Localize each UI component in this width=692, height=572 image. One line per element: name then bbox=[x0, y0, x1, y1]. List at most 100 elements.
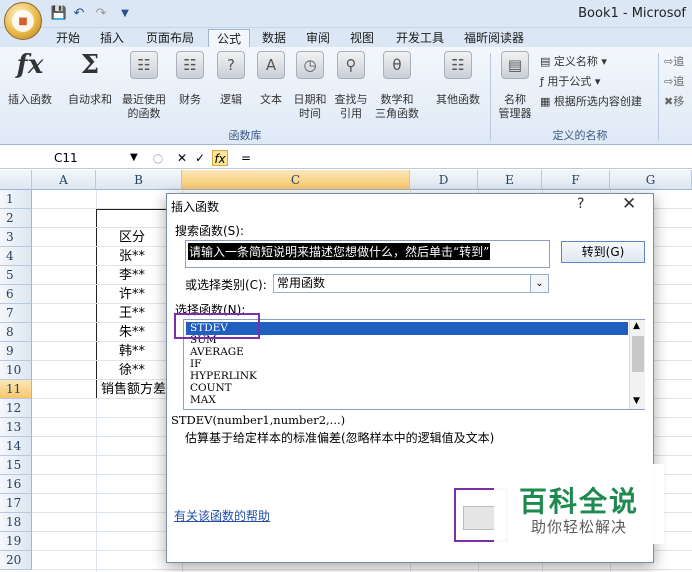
column-header-f[interactable]: F bbox=[542, 170, 610, 190]
create-from-selection-button[interactable]: ▦ 根据所选内容创建 bbox=[540, 93, 642, 109]
row-header-1[interactable]: 1 bbox=[0, 190, 32, 209]
financial-button[interactable]: ☷ 财务 bbox=[172, 51, 208, 107]
function-list-scrollbar[interactable]: ▲ ▼ bbox=[629, 320, 645, 409]
scroll-down-icon[interactable]: ▼ bbox=[633, 396, 640, 406]
name-manager-button[interactable]: ▤ 名称 管理器 bbox=[494, 51, 536, 121]
chevron-down-icon[interactable]: ⌄ bbox=[530, 275, 548, 292]
name-box[interactable]: C11 bbox=[4, 149, 149, 167]
cancel-icon[interactable]: ✕ bbox=[174, 150, 190, 166]
column-header-d[interactable]: D bbox=[410, 170, 478, 190]
row-header-5[interactable]: 5 bbox=[0, 266, 32, 285]
tab-developer[interactable]: 开发工具 bbox=[390, 29, 450, 48]
redo-icon[interactable]: ↷ bbox=[92, 5, 110, 23]
list-item-count[interactable]: COUNT bbox=[186, 383, 628, 394]
office-button[interactable]: ■ bbox=[4, 2, 42, 40]
column-header-b[interactable]: B bbox=[96, 170, 182, 190]
logical-button[interactable]: ? 逻辑 bbox=[214, 51, 248, 107]
list-item-if[interactable]: IF bbox=[186, 359, 628, 370]
row-header-20[interactable]: 20 bbox=[0, 551, 32, 570]
category-label: 或选择类别(C): bbox=[185, 278, 267, 292]
row-header-7[interactable]: 7 bbox=[0, 304, 32, 323]
list-item-average[interactable]: AVERAGE bbox=[186, 347, 628, 358]
row-header-14[interactable]: 14 bbox=[0, 437, 32, 456]
cell-b2[interactable] bbox=[96, 209, 168, 228]
row-header-11[interactable]: 11 bbox=[0, 380, 32, 399]
lookup-button[interactable]: ⚲ 查找与 引用 bbox=[332, 51, 370, 121]
remove-arrows-button[interactable]: ✖移 bbox=[664, 93, 684, 109]
function-help-link[interactable]: 有关该函数的帮助 bbox=[174, 507, 270, 524]
tab-review[interactable]: 审阅 bbox=[298, 29, 338, 48]
row-header-17[interactable]: 17 bbox=[0, 494, 32, 513]
title-bar: 💾 ↶ ↷ ▼ Book1 - Microsof bbox=[0, 0, 692, 28]
formula-content[interactable]: = bbox=[238, 150, 254, 166]
enter-icon[interactable]: ✓ bbox=[192, 150, 208, 166]
row-header-10[interactable]: 10 bbox=[0, 361, 32, 380]
chevron-down-icon[interactable]: ▼ bbox=[130, 149, 138, 167]
quick-access-dropdown-icon[interactable]: ▼ bbox=[116, 5, 134, 23]
row-header-16[interactable]: 16 bbox=[0, 475, 32, 494]
more-functions-button[interactable]: ☷ 其他函数 bbox=[430, 51, 486, 107]
cell-b10[interactable]: 徐** bbox=[96, 361, 168, 380]
cell-b11[interactable]: 销售额方差 bbox=[96, 380, 168, 399]
tab-insert[interactable]: 插入 bbox=[92, 29, 132, 48]
cell-b9[interactable]: 韩** bbox=[96, 342, 168, 361]
list-item-hyperlink[interactable]: HYPERLINK bbox=[186, 371, 628, 382]
help-icon[interactable]: ? bbox=[577, 196, 584, 212]
datetime-button[interactable]: ◷ 日期和 时间 bbox=[292, 51, 328, 121]
define-name-button[interactable]: ▤ 定义名称 ▾ bbox=[540, 53, 607, 69]
cell-b4[interactable]: 张** bbox=[96, 247, 168, 266]
autosum-button[interactable]: Σ 自动求和 bbox=[62, 51, 118, 107]
scroll-up-icon[interactable]: ▲ bbox=[633, 321, 640, 331]
recently-used-button[interactable]: ☷ 最近使用 的函数 bbox=[118, 51, 170, 121]
undo-icon[interactable]: ↶ bbox=[70, 5, 88, 23]
cell-b3[interactable]: 区分 bbox=[96, 228, 168, 247]
save-icon[interactable]: 💾 bbox=[50, 5, 68, 23]
window-title: Book1 - Microsof bbox=[578, 6, 686, 21]
row-header-3[interactable]: 3 bbox=[0, 228, 32, 247]
scrollbar-thumb[interactable] bbox=[632, 336, 644, 372]
use-in-formula-button[interactable]: ƒ 用于公式 ▾ bbox=[540, 73, 600, 89]
text-book-icon: A bbox=[257, 51, 285, 79]
cell-b8[interactable]: 朱** bbox=[96, 323, 168, 342]
text-button[interactable]: A 文本 bbox=[254, 51, 288, 107]
formula-buttons: ○ ✕ ✓ fx = bbox=[150, 148, 260, 168]
cell-b7[interactable]: 王** bbox=[96, 304, 168, 323]
tab-foxit-reader[interactable]: 福昕阅读器 bbox=[456, 29, 532, 48]
list-item-max[interactable]: MAX bbox=[186, 395, 628, 406]
insert-function-fx-icon[interactable]: fx bbox=[212, 150, 228, 166]
close-icon[interactable]: ✕ bbox=[622, 194, 636, 214]
row-header-2[interactable]: 2 bbox=[0, 209, 32, 228]
row-header-9[interactable]: 9 bbox=[0, 342, 32, 361]
insert-function-button[interactable]: fx 插入函数 bbox=[2, 51, 58, 107]
select-all-corner[interactable] bbox=[0, 170, 32, 190]
tab-view[interactable]: 视图 bbox=[342, 29, 382, 48]
tab-home[interactable]: 开始 bbox=[48, 29, 88, 48]
row-header-18[interactable]: 18 bbox=[0, 513, 32, 532]
trace-dependents-button[interactable]: ⇨追 bbox=[664, 73, 684, 89]
cell-b5[interactable]: 李** bbox=[96, 266, 168, 285]
row-header-13[interactable]: 13 bbox=[0, 418, 32, 437]
category-select[interactable]: 常用函数 bbox=[273, 274, 549, 293]
row-header-15[interactable]: 15 bbox=[0, 456, 32, 475]
row-header-4[interactable]: 4 bbox=[0, 247, 32, 266]
column-header-g[interactable]: G bbox=[610, 170, 692, 190]
books-icon: ☷ bbox=[444, 51, 472, 79]
column-header-e[interactable]: E bbox=[478, 170, 542, 190]
cell-b6[interactable]: 许** bbox=[96, 285, 168, 304]
search-function-input[interactable]: 请输入一条简短说明来描述您想做什么，然后单击“转到” bbox=[185, 240, 550, 268]
dialog-title: 插入函数 bbox=[171, 200, 220, 214]
tab-page-layout[interactable]: 页面布局 bbox=[138, 29, 202, 48]
row-header-19[interactable]: 19 bbox=[0, 532, 32, 551]
column-header-c[interactable]: C bbox=[182, 170, 410, 190]
math-button[interactable]: θ 数学和 三角函数 bbox=[372, 51, 422, 121]
row-header-6[interactable]: 6 bbox=[0, 285, 32, 304]
row-header-12[interactable]: 12 bbox=[0, 399, 32, 418]
column-header-a[interactable]: A bbox=[32, 170, 96, 190]
tab-formulas[interactable]: 公式 bbox=[208, 29, 250, 48]
magnifier-book-icon: ⚲ bbox=[337, 51, 365, 79]
trace-precedents-button[interactable]: ⇨追 bbox=[664, 53, 684, 69]
tab-data[interactable]: 数据 bbox=[254, 29, 294, 48]
row-header-8[interactable]: 8 bbox=[0, 323, 32, 342]
goto-button[interactable]: 转到(G) bbox=[561, 241, 645, 263]
search-input-text: 请输入一条简短说明来描述您想做什么，然后单击“转到” bbox=[188, 243, 491, 260]
